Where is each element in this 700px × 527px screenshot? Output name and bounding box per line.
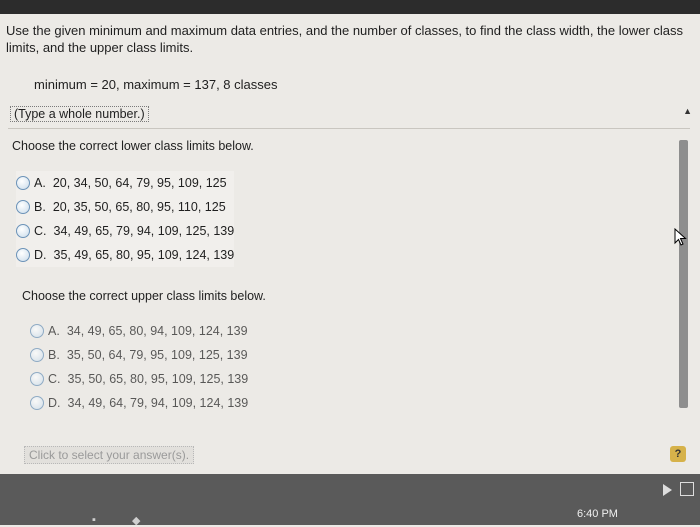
taskbar-app-icon[interactable]: ◆ [132,514,140,527]
next-arrow-icon[interactable] [663,484,672,496]
radio-icon[interactable] [16,224,30,238]
radio-icon[interactable] [16,200,30,214]
upper-option-b[interactable]: B. 35, 50, 64, 79, 95, 109, 125, 139 [30,343,248,367]
radio-icon[interactable] [30,396,44,410]
lower-limits-prompt: Choose the correct lower class limits be… [12,139,254,153]
upper-limits-options: A. 34, 49, 65, 80, 94, 109, 124, 139 B. 35… [30,319,248,415]
radio-icon[interactable] [16,176,30,190]
radio-icon[interactable] [30,324,44,338]
lower-option-b[interactable]: B. 20, 35, 50, 65, 80, 95, 110, 125 [16,195,235,219]
question-text: Use the given minimum and maximum data e… [6,23,684,55]
notification-icon[interactable] [680,482,694,496]
scroll-up-icon[interactable]: ▲ [683,106,692,116]
type-hint: (Type a whole number.) [10,106,149,122]
lower-option-a[interactable]: A. 20, 34, 50, 64, 79, 95, 109, 125 [16,171,235,195]
lower-limits-options: A. 20, 34, 50, 64, 79, 95, 109, 125 B. 20,… [16,171,235,267]
given-values: minimum = 20, maximum = 137, 8 classes [34,77,278,92]
upper-option-d[interactable]: D. 34, 49, 64, 79, 94, 109, 124, 139 [30,391,248,415]
upper-option-c[interactable]: C. 35, 50, 65, 80, 95, 109, 125, 139 [30,367,248,391]
radio-icon[interactable] [16,248,30,262]
taskbar-app-icon[interactable]: ▪ [92,514,96,526]
answer-panel: Choose the correct lower class limits be… [8,128,690,429]
radio-icon[interactable] [30,348,44,362]
click-to-select-hint: Click to select your answer(s). [24,446,195,464]
upper-limits-prompt: Choose the correct upper class limits be… [22,289,266,303]
help-button[interactable]: ? [670,446,686,462]
vertical-scrollbar[interactable] [679,140,688,408]
lower-option-c[interactable]: C. 34, 49, 65, 79, 94, 109, 125, 139 [16,219,235,243]
radio-icon[interactable] [30,372,44,386]
upper-option-a[interactable]: A. 34, 49, 65, 80, 94, 109, 124, 139 [30,319,248,343]
taskbar-clock: 6:40 PM [577,508,618,520]
lower-option-d[interactable]: D. 35, 49, 65, 80, 95, 109, 124, 139 [16,243,235,267]
mouse-cursor-icon [674,228,687,246]
top-bezel [0,0,700,14]
taskbar: ▪ ◆ 6:40 PM [0,474,700,527]
